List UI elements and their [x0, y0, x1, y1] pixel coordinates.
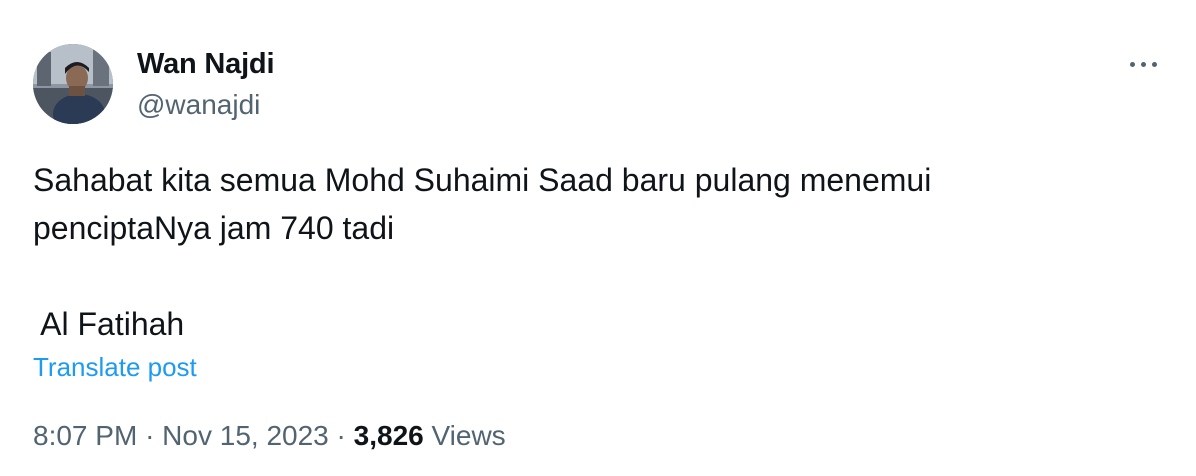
post-metadata: 8:07 PM · Nov 15, 2023 · 3,826 Views — [33, 418, 506, 454]
views-label: Views — [431, 420, 506, 451]
separator: · — [336, 420, 346, 451]
user-photo-avatar-icon — [33, 44, 113, 124]
post-timestamp-link[interactable]: 8:07 PM · Nov 15, 2023 — [33, 420, 329, 451]
views-count: 3,826 — [353, 420, 424, 451]
separator: · — [145, 420, 155, 451]
post-time: 8:07 PM — [33, 420, 138, 451]
post-text-line — [33, 252, 1153, 300]
more-horizontal-icon — [1141, 62, 1146, 67]
more-horizontal-icon — [1130, 62, 1135, 67]
more-horizontal-icon — [1152, 62, 1157, 67]
post-text-line: penciptaNya jam 740 tadi — [33, 210, 395, 246]
author-handle[interactable]: @wanajdi — [137, 88, 260, 122]
post-text-line: Sahabat kita semua Mohd Suhaimi Saad bar… — [33, 162, 932, 198]
more-options-button[interactable] — [1124, 48, 1164, 80]
author-display-name[interactable]: Wan Najdi — [137, 46, 274, 82]
translate-post-link[interactable]: Translate post — [33, 350, 197, 384]
avatar[interactable] — [33, 44, 113, 124]
post-text: Sahabat kita semua Mohd Suhaimi Saad bar… — [33, 156, 1153, 348]
views-link[interactable]: 3,826 Views — [354, 420, 506, 451]
post-date: Nov 15, 2023 — [162, 420, 329, 451]
post-card: Wan Najdi @wanajdi Sahabat kita semua Mo… — [0, 0, 1196, 476]
post-text-line: Al Fatihah — [33, 306, 185, 342]
